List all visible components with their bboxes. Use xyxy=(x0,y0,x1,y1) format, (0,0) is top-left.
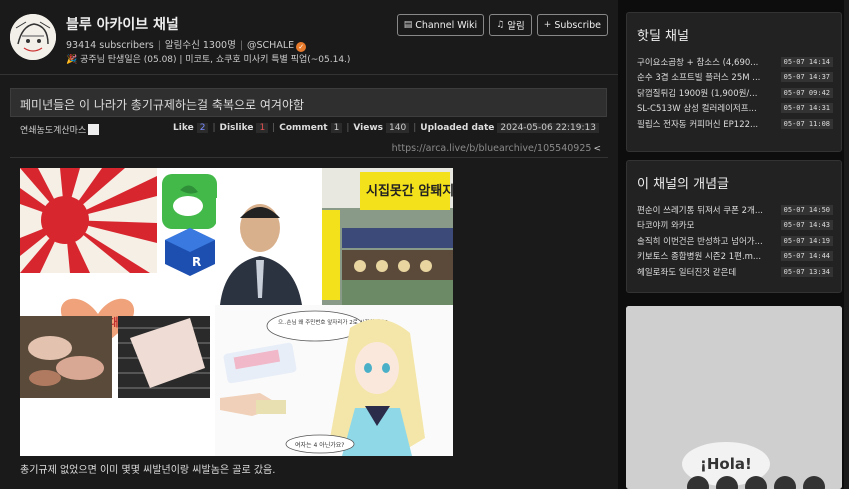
concept-item-title[interactable]: 키보토스 종합병원 시즌2 1편.m... xyxy=(637,250,761,262)
post-body: 총기규제 없었으면 이미 몇몇 씨발년이랑 씨발놈은 골로 갔음. xyxy=(20,465,276,476)
concept-item[interactable]: 키보토스 종합병원 시즌2 1편.m... 05-07 14:44 xyxy=(637,249,833,265)
hotdeal-title[interactable]: 핫딜 채널 xyxy=(627,13,841,54)
alarm-button[interactable]: ♫ 알림 xyxy=(489,14,532,36)
bell-icon: ♫ xyxy=(496,20,505,30)
main-content: 블루 아카이브 채널 93414 subscribers | 알림수신 1300명 |… xyxy=(0,0,618,489)
svg-text:R: R xyxy=(192,255,201,269)
subscriber-count: 93414 subscribers xyxy=(66,40,154,51)
verified-icon: ✓ xyxy=(296,42,307,52)
concept-item-title[interactable]: 편순이 쓰레기통 뒤져서 쿠폰 2개... xyxy=(637,204,763,216)
channel-owner[interactable]: @SCHALE xyxy=(247,40,294,51)
channel-wiki-button[interactable]: ▤ Channel Wiki xyxy=(396,14,485,36)
concept-item-date: 05-07 14:43 xyxy=(780,220,833,231)
channel-meta: 93414 subscribers | 알림수신 1300명 | @SCHALE ✓ xyxy=(66,37,307,52)
plus-icon: + xyxy=(543,20,552,30)
hotdeal-item-date: 05-07 11:08 xyxy=(780,118,833,129)
header-buttons: ▤ Channel Wiki ♫ 알림 + Subscribe xyxy=(396,14,608,36)
concept-item-date: 05-07 13:34 xyxy=(780,266,833,277)
hotdeal-item-title[interactable]: 닭껍질튀김 1900원 (1,900원/... xyxy=(637,87,757,99)
ad-banner[interactable]: ¡Hola! xyxy=(626,306,842,489)
dislike-count: 1 xyxy=(256,123,269,133)
concept-item[interactable]: 솔직히 이번건은 반성하고 넘어가... 05-07 14:19 xyxy=(637,233,833,249)
concept-item[interactable]: 헤일로좌도 일터진것 같은데 05-07 13:34 xyxy=(637,264,833,280)
hotdeal-item[interactable]: SL-C513W 삼성 컬러레이저프... 05-07 14:31 xyxy=(637,101,833,117)
concept-card: 이 채널의 개념글 편순이 쓰레기통 뒤져서 쿠폰 2개... 05-07 14:… xyxy=(626,160,842,293)
notify-count: 알림수신 1300명 xyxy=(164,40,236,51)
ad-text: ¡Hola! xyxy=(700,455,752,473)
hotdeal-list: 구이요소곱창 + 참소스 (4,690... 05-07 14:14 순수 3겹 소… xyxy=(627,54,841,140)
channel-header: 블루 아카이브 채널 93414 subscribers | 알림수신 1300명 |… xyxy=(10,12,608,68)
post-title: 페미년들은 이 나라가 총기규제하는걸 축복으로 여겨야함 xyxy=(20,98,305,112)
hotdeal-item[interactable]: 순수 3겹 소프트빌 플러스 25M ... 05-07 14:37 xyxy=(637,70,833,86)
upload-date: 2024-05-06 22:19:13 xyxy=(497,123,599,133)
content-divider xyxy=(10,157,608,158)
hotdeal-item-title[interactable]: SL-C513W 삼성 컬러레이저프... xyxy=(637,102,757,114)
concept-item-title[interactable]: 타코야끼 와카모 xyxy=(637,219,694,231)
channel-notice: 🎉 공주님 탄생일은 (05.08) | 미코토, 쇼쿠호 미사키 특별 픽업(… xyxy=(66,55,351,65)
speech-bubble-2: 여자는 4 아닌가요? xyxy=(295,441,344,449)
concept-item[interactable]: 타코야끼 와카모 05-07 14:43 xyxy=(637,218,833,234)
concept-item-title[interactable]: 헤일로좌도 일터진것 같은데 xyxy=(637,266,736,278)
concept-item[interactable]: 편순이 쓰레기통 뒤져서 쿠폰 2개... 05-07 14:50 xyxy=(637,202,833,218)
concept-item-date: 05-07 14:44 xyxy=(780,251,833,262)
concept-item-date: 05-07 14:19 xyxy=(780,235,833,246)
hotdeal-item[interactable]: 필립스 전자동 커피머신 EP122... 05-07 11:08 xyxy=(637,116,833,132)
book-icon: ▤ xyxy=(403,20,413,30)
like-count: 2 xyxy=(196,123,209,133)
subscribe-button[interactable]: + Subscribe xyxy=(536,14,608,36)
hotdeal-item-title[interactable]: 구이요소곱창 + 참소스 (4,690... xyxy=(637,56,758,68)
concept-title[interactable]: 이 채널의 개념글 xyxy=(627,161,841,202)
post-meta: 연쇄농도계산마스 Like 2 | Dislike 1 | Comment 1 | Views 14… xyxy=(10,122,599,138)
post-image[interactable]: R 시집못간 암퇘지 여성시대 xyxy=(20,168,453,456)
post-title-bar: 페미년들은 이 나라가 총기규제하는걸 축복으로 여겨야함 xyxy=(10,88,607,117)
views-count: 140 xyxy=(386,123,410,133)
header-divider xyxy=(0,74,618,75)
hotdeal-item-date: 05-07 14:37 xyxy=(780,72,833,83)
hotdeal-card: 핫딜 채널 구이요소곱창 + 참소스 (4,690... 05-07 14:14 순… xyxy=(626,12,842,152)
shop-sign-text: 시집못간 암퇘지 xyxy=(366,183,453,199)
hotdeal-item-title[interactable]: 필립스 전자동 커피머신 EP122... xyxy=(637,118,758,130)
post-url[interactable]: https://arca.live/b/bluearchive/10554092… xyxy=(392,143,601,154)
user-icon xyxy=(88,124,100,135)
hotdeal-item-title[interactable]: 순수 3겹 소프트빌 플러스 25M ... xyxy=(637,71,760,83)
concept-item-date: 05-07 14:50 xyxy=(780,204,833,215)
hotdeal-item-date: 05-07 09:42 xyxy=(780,87,833,98)
hotdeal-item[interactable]: 구이요소곱창 + 참소스 (4,690... 05-07 14:14 xyxy=(637,54,833,70)
hotdeal-item-date: 05-07 14:14 xyxy=(780,56,833,67)
page-scrollbar[interactable] xyxy=(844,0,849,489)
post-stats: Like 2 | Dislike 1 | Comment 1 | Views 140 | Uploade… xyxy=(173,123,599,133)
concept-list: 편순이 쓰레기통 뒤져서 쿠폰 2개... 05-07 14:50 타코야끼 와카모… xyxy=(627,202,841,288)
sidebar: 핫딜 채널 구이요소곱창 + 참소스 (4,690... 05-07 14:14 순… xyxy=(626,12,842,489)
post-author[interactable]: 연쇄농도계산마스 xyxy=(20,123,100,136)
comment-count: 1 xyxy=(330,123,343,133)
hotdeal-item[interactable]: 닭껍질튀김 1900원 (1,900원/... 05-07 09:42 xyxy=(637,85,833,101)
concept-item-title[interactable]: 솔직히 이번건은 반성하고 넘어가... xyxy=(637,235,763,247)
channel-title[interactable]: 블루 아카이브 채널 xyxy=(66,14,179,34)
share-icon[interactable]: < xyxy=(593,144,601,154)
channel-avatar[interactable] xyxy=(10,14,56,60)
hotdeal-item-date: 05-07 14:31 xyxy=(780,103,833,114)
